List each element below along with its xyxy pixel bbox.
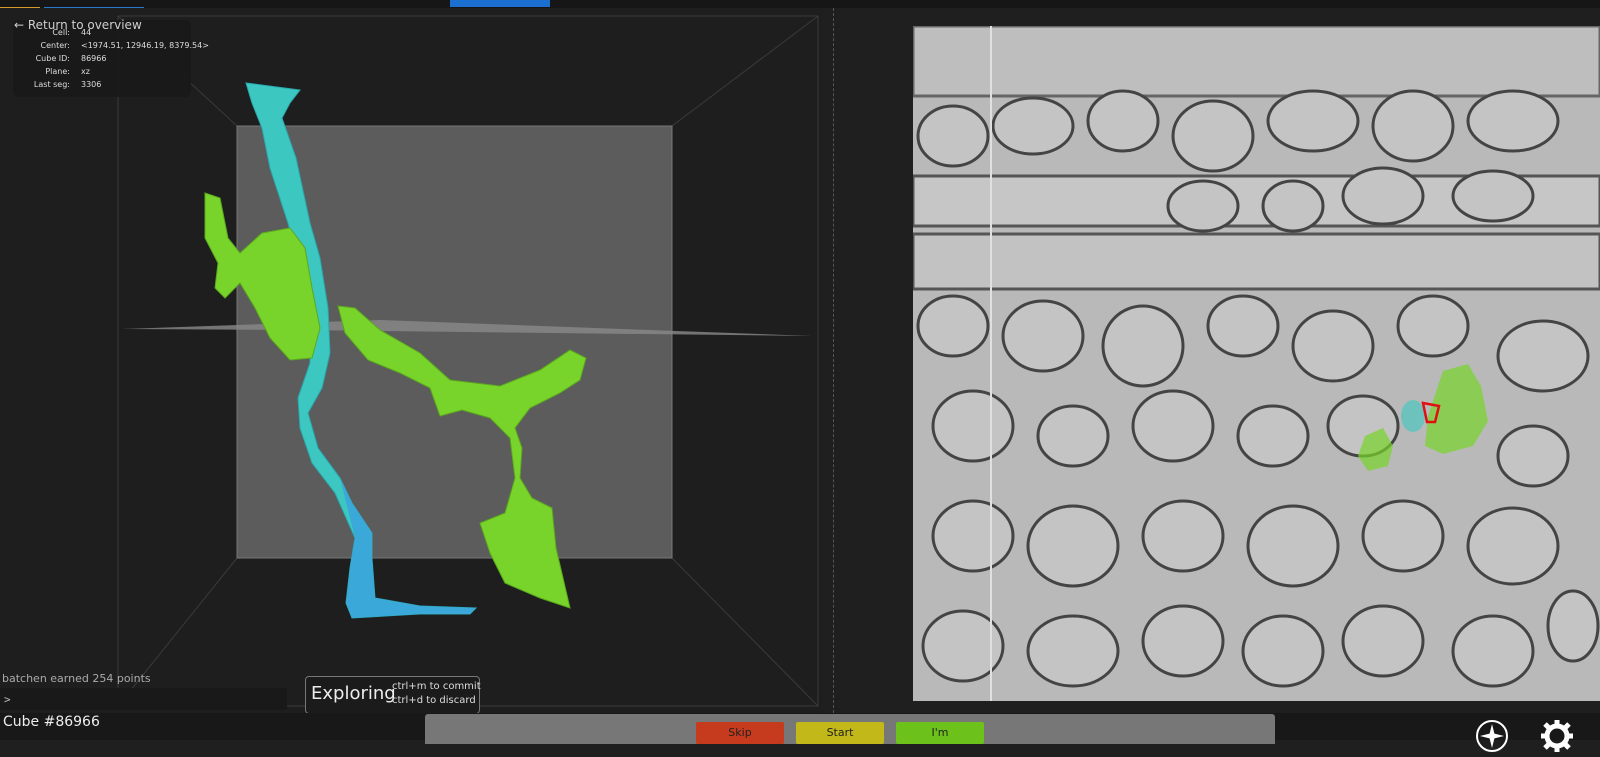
bottom-bar: Cube #86966 Skip Start I'm xyxy=(0,713,1600,752)
info-row-cube-id: Cube ID: 86966 xyxy=(13,54,191,66)
mode-indicator: Exploring ctrl+m to commit ctrl+d to dis… xyxy=(305,676,481,714)
cube-label: Cube #86966 xyxy=(3,714,100,730)
mode-title: Exploring xyxy=(311,683,396,704)
chat-message: batchen earned 254 points xyxy=(2,672,151,685)
em-slice-image[interactable] xyxy=(913,26,1600,701)
info-value: xz xyxy=(81,67,90,76)
info-value: 3306 xyxy=(81,80,102,89)
gear-icon[interactable] xyxy=(1540,719,1574,753)
active-tab-indicator[interactable] xyxy=(450,0,550,7)
skip-button[interactable]: Skip xyxy=(696,722,784,744)
info-key: Center: xyxy=(40,41,70,50)
compass-icon[interactable] xyxy=(1475,719,1509,753)
chat-input[interactable] xyxy=(0,688,287,710)
return-to-overview-link[interactable]: ← Return to overview xyxy=(14,18,142,32)
done-button[interactable]: I'm xyxy=(896,722,984,744)
top-bar xyxy=(0,0,1600,8)
commit-hint: ctrl+m to commit xyxy=(392,681,481,692)
info-value: <1974.51, 12946.19, 8379.54> xyxy=(81,41,209,50)
info-row-center: Center: <1974.51, 12946.19, 8379.54> xyxy=(13,41,209,53)
3d-cube-view[interactable] xyxy=(0,8,822,713)
info-key: Last seg: xyxy=(33,80,70,89)
2d-slice-panel[interactable] xyxy=(834,8,1600,713)
start-button[interactable]: Start xyxy=(796,722,884,744)
info-key: Cube ID: xyxy=(35,54,70,63)
info-row-plane: Plane: xz xyxy=(13,67,191,79)
info-value: 86966 xyxy=(81,54,107,63)
eyewire-logo[interactable] xyxy=(0,0,150,8)
info-row-last-seg: Last seg: 3306 xyxy=(13,80,191,92)
3d-view-panel[interactable]: Cell: 44 Center: <1974.51, 12946.19, 837… xyxy=(0,8,822,714)
info-key: Plane: xyxy=(45,67,70,76)
discard-hint: ctrl+d to discard xyxy=(392,695,476,706)
